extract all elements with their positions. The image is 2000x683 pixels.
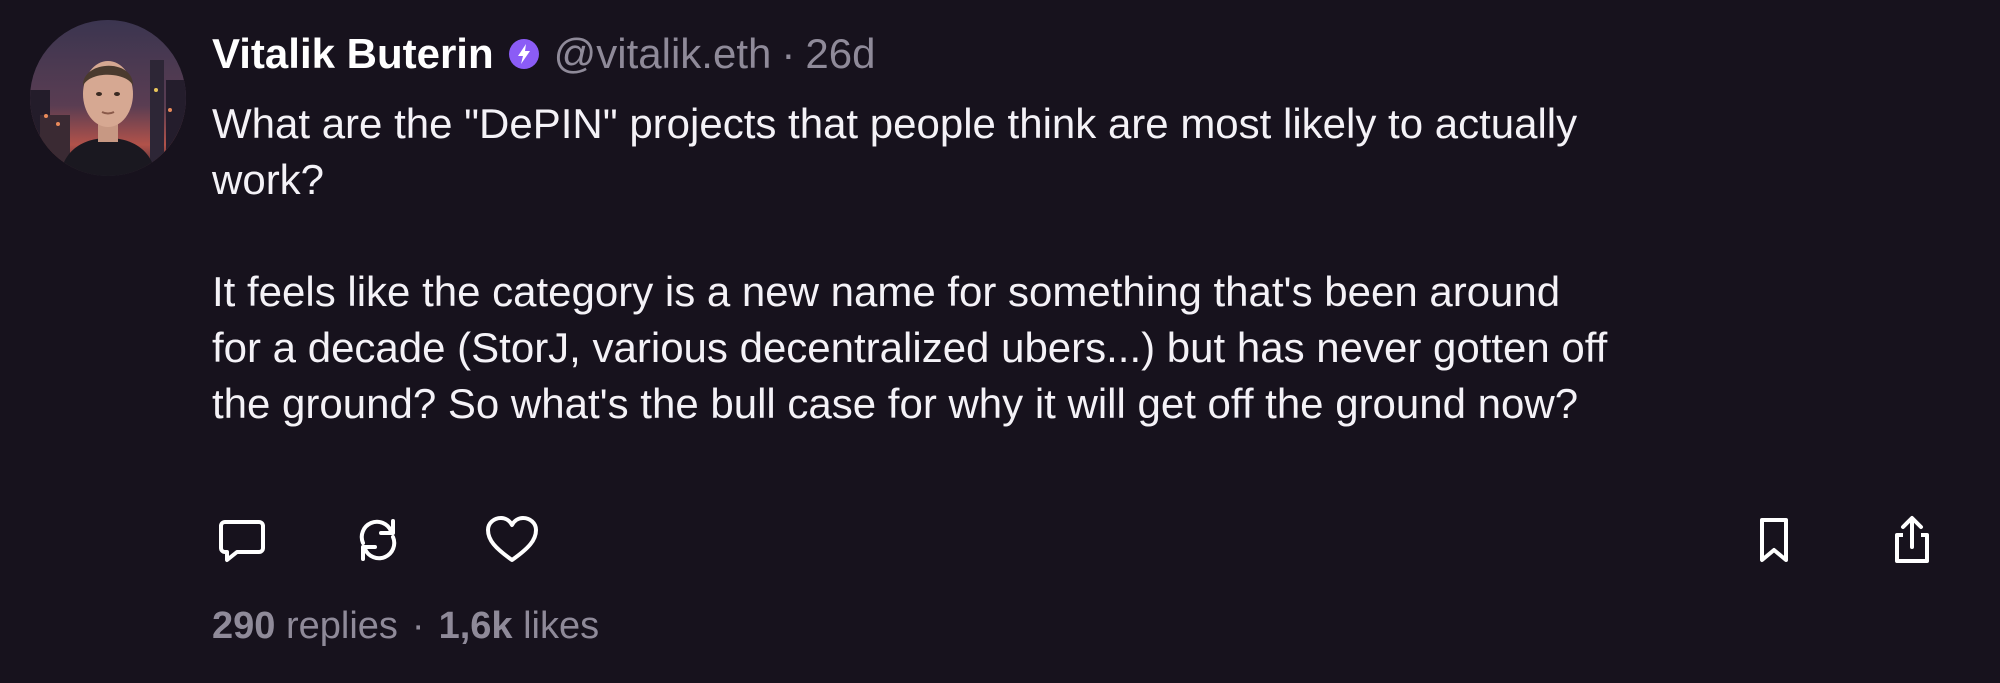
replies-count: 290 [212, 605, 276, 647]
repost-icon [359, 519, 397, 561]
bookmark-button[interactable] [1744, 510, 1804, 570]
verified-bolt-icon [508, 38, 540, 70]
post-body-line: What are the "DePIN" projects that peopl… [212, 100, 1578, 147]
replies-link[interactable]: 290 replies [212, 605, 398, 647]
heart-icon [486, 516, 538, 562]
likes-link[interactable]: 1,6k likes [439, 605, 600, 647]
header-separator: · [781, 30, 796, 77]
avatar-image [30, 20, 186, 176]
post-body-line: the ground? So what's the bull case for … [212, 380, 1579, 427]
post-body-line: work? [212, 156, 325, 203]
action-bar [212, 510, 1942, 570]
share-button[interactable] [1882, 510, 1942, 570]
post-age[interactable]: 26d [805, 30, 875, 78]
post-stats: 290 replies · 1,6k likes [212, 605, 599, 648]
author-name[interactable]: Vitalik Buterin [212, 30, 494, 78]
post-card: Vitalik Buterin @vitalik.eth · 26d What … [0, 0, 2000, 683]
reply-icon [219, 520, 265, 562]
replies-label: replies [285, 605, 398, 647]
reply-button[interactable] [212, 510, 272, 570]
likes-label: likes [523, 605, 600, 647]
post-body-line: It feels like the category is a new name… [212, 268, 1561, 315]
author-handle[interactable]: @vitalik.eth [554, 30, 772, 78]
like-button[interactable] [482, 510, 542, 570]
post-header: Vitalik Buterin @vitalik.eth · 26d [212, 26, 875, 82]
stats-separator: · [411, 605, 425, 647]
post-body: What are the "DePIN" projects that peopl… [212, 96, 1952, 432]
post-body-line: for a decade (StorJ, various decentraliz… [212, 324, 1608, 371]
likes-count: 1,6k [438, 605, 513, 647]
repost-button[interactable] [348, 510, 408, 570]
avatar[interactable] [30, 20, 186, 176]
share-icon [1895, 516, 1929, 563]
bookmark-icon [1760, 518, 1788, 562]
